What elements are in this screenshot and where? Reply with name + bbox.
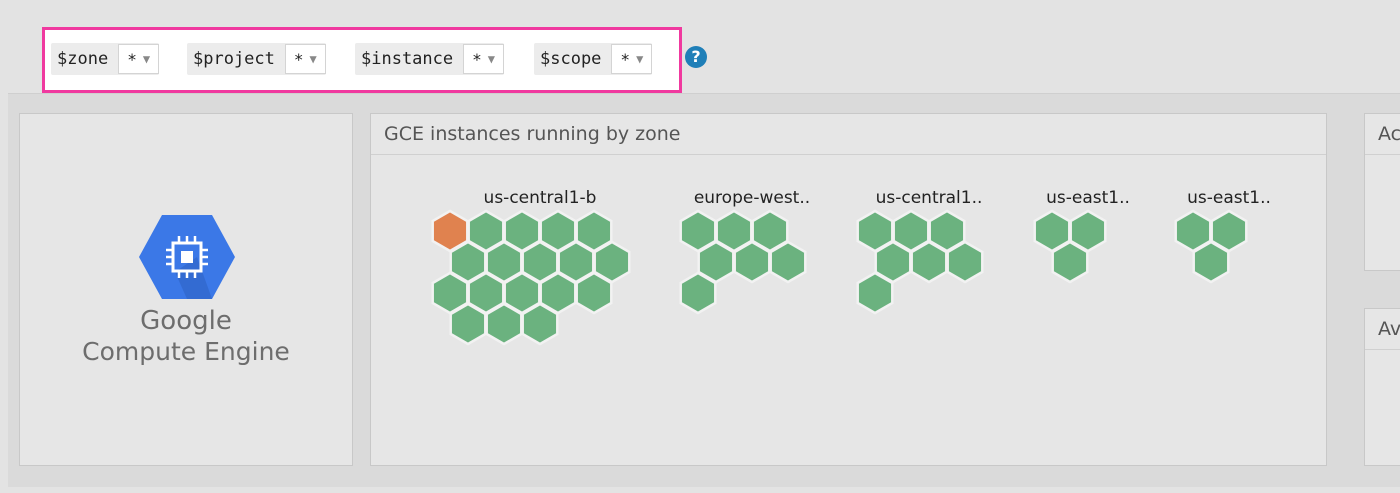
logo-panel: Google Compute Engine	[19, 113, 353, 466]
variable-label: $project	[193, 49, 275, 69]
right-panel-top: Ac	[1364, 113, 1400, 271]
logo-text-google: Google	[140, 306, 232, 336]
variable-label: $zone	[57, 49, 109, 69]
zone-label: europe-west..	[694, 188, 810, 208]
dropdown-value: *	[293, 49, 304, 69]
instance-hexagon[interactable]	[449, 302, 487, 346]
variable-instance: $instance * ▼	[355, 43, 504, 75]
compute-engine-logo-icon	[139, 215, 235, 299]
zone-label: us-east1..	[1187, 188, 1271, 208]
instance-hexagon[interactable]	[521, 302, 559, 346]
instance-hexagon[interactable]	[946, 240, 984, 284]
caret-down-icon: ▼	[487, 52, 495, 66]
dropdown-value: *	[127, 49, 137, 69]
dropdown-value: *	[472, 49, 482, 69]
instance-hexagon[interactable]	[1192, 240, 1230, 284]
instance-hexagon[interactable]	[485, 302, 523, 346]
instance-hexagon[interactable]	[575, 271, 613, 315]
right-panel-bottom: Av	[1364, 308, 1400, 466]
instance-hexagon[interactable]	[679, 271, 717, 315]
variable-zone: $zone * ▼	[51, 43, 160, 75]
template-variables-bar: $zone * ▼ $project * ▼ $instance * ▼ $scope…	[42, 27, 682, 93]
variable-label: $scope	[540, 49, 602, 69]
instance-hexagon[interactable]	[733, 240, 771, 284]
help-icon[interactable]: ?	[685, 46, 707, 68]
logo-text-compute-engine: Compute Engine	[82, 337, 290, 366]
instance-dropdown[interactable]: * ▼	[463, 44, 504, 74]
dashboard-area: Google Compute Engine GCE instances runn…	[8, 93, 1400, 487]
panel-title: Ac	[1365, 114, 1400, 155]
variable-project: $project * ▼	[187, 43, 326, 75]
instance-hexagon[interactable]	[856, 271, 894, 315]
caret-down-icon: ▼	[309, 52, 317, 66]
variable-label: $instance	[361, 49, 454, 69]
hex-panel: GCE instances running by zone us-central…	[370, 113, 1327, 466]
panel-title: GCE instances running by zone	[371, 114, 1326, 155]
zone-label: us-central1-b	[484, 188, 597, 208]
zone-label: us-east1..	[1046, 188, 1130, 208]
caret-down-icon: ▼	[142, 52, 151, 66]
instance-hexagon[interactable]	[1051, 240, 1089, 284]
project-dropdown[interactable]: * ▼	[284, 44, 326, 74]
scope-dropdown[interactable]: * ▼	[611, 44, 653, 74]
panel-title: Av	[1365, 309, 1400, 350]
dropdown-value: *	[620, 49, 631, 69]
hexmap: us-central1-b europe-west.. us-central1.. u…	[431, 188, 1271, 346]
zone-label: us-central1..	[876, 188, 983, 208]
zone-dropdown[interactable]: * ▼	[118, 44, 160, 74]
caret-down-icon: ▼	[636, 52, 644, 66]
variable-scope: $scope * ▼	[534, 43, 653, 75]
instance-hexagon[interactable]	[769, 240, 807, 284]
instance-hexagon[interactable]	[910, 240, 948, 284]
